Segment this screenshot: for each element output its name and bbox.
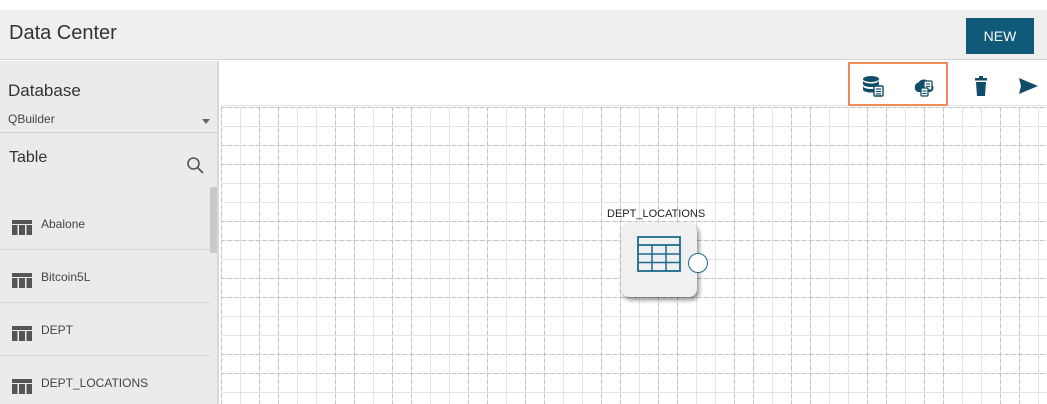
table-list-item-label: DEPT xyxy=(41,323,74,337)
table-list-item-label: Bitcoin5L xyxy=(41,270,91,284)
table-list-item-label: DEPT_LOCATIONS xyxy=(41,376,149,390)
database-select[interactable]: QBuilder xyxy=(0,109,217,133)
sidebar-scrollbar[interactable] xyxy=(210,187,217,253)
page-title: Data Center xyxy=(9,22,117,44)
table-label: Table xyxy=(9,149,48,166)
table-node[interactable] xyxy=(621,223,697,297)
cloud-data-icon[interactable] xyxy=(913,75,935,97)
search-icon[interactable] xyxy=(186,156,204,174)
sidebar: Database QBuilder Table Abalone Bitcoin5… xyxy=(0,61,219,404)
new-button[interactable]: NEW xyxy=(966,18,1034,54)
table-icon xyxy=(12,220,32,235)
table-icon xyxy=(12,326,32,341)
node-label: DEPT_LOCATIONS xyxy=(607,208,706,220)
table-icon xyxy=(12,273,32,288)
table-list-item-label: Abalone xyxy=(41,217,86,231)
send-icon[interactable] xyxy=(1017,75,1039,97)
database-icon[interactable] xyxy=(862,75,884,97)
database-select-value: QBuilder xyxy=(8,112,55,126)
table-list-item[interactable]: DEPT xyxy=(0,304,210,356)
table-list-item[interactable]: Bitcoin5L xyxy=(0,251,210,303)
app-header: Data Center NEW xyxy=(0,10,1047,60)
caret-down-icon xyxy=(202,119,210,124)
table-list-item[interactable]: DEPT_LOCATIONS xyxy=(0,357,210,404)
database-label: Database xyxy=(8,81,81,100)
canvas-toolbar xyxy=(221,61,1047,106)
node-output-port[interactable] xyxy=(688,253,708,273)
design-canvas[interactable]: DEPT_LOCATIONS xyxy=(221,61,1047,404)
table-grid-icon xyxy=(637,236,681,272)
table-icon xyxy=(12,379,32,394)
table-list-item[interactable]: Abalone xyxy=(0,198,210,250)
trash-icon[interactable] xyxy=(970,75,992,97)
